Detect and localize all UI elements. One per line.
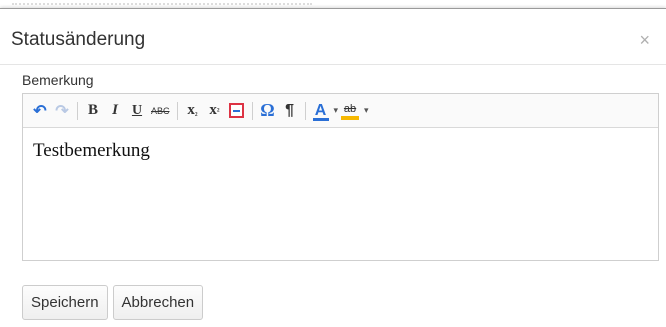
editor-content[interactable]: Testbemerkung (23, 128, 658, 174)
font-color-button[interactable]: A (310, 99, 332, 123)
font-color-swatch (312, 118, 329, 121)
save-button[interactable]: Speichern (22, 285, 108, 320)
remark-label: Bemerkung (22, 72, 94, 88)
rich-text-editor: ↶ ↷ B I U ABC x₂ x² Ω ¶ A ▾ ab ▾ Testbem… (22, 93, 659, 261)
dialog-title: Statusänderung (11, 29, 146, 50)
superscript-button[interactable]: x² (204, 99, 226, 123)
highlight-color-swatch (341, 116, 360, 120)
subscript-label: x (187, 102, 195, 118)
editor-toolbar: ↶ ↷ B I U ABC x₂ x² Ω ¶ A ▾ ab ▾ (23, 94, 658, 128)
undo-icon[interactable]: ↶ (29, 99, 51, 123)
strikethrough-button[interactable]: ABC (148, 99, 173, 123)
bold-button[interactable]: B (82, 99, 104, 123)
special-character-button[interactable]: Ω (257, 99, 279, 123)
dialog-buttons: Speichern Abbrechen (22, 285, 204, 320)
close-icon[interactable]: × (639, 31, 650, 49)
superscript-label: x (209, 102, 217, 118)
superscript-marker: ² (216, 105, 220, 116)
redo-icon[interactable]: ↷ (51, 99, 73, 123)
cancel-button[interactable]: Abbrechen (112, 285, 204, 320)
subscript-button[interactable]: x₂ (182, 99, 204, 123)
toolbar-separator (176, 101, 178, 120)
status-change-dialog: Statusänderung × Bemerkung ↶ ↷ B I U ABC… (0, 8, 666, 327)
underline-button[interactable]: U (126, 99, 148, 123)
chevron-down-icon[interactable]: ▾ (364, 105, 369, 116)
italic-button[interactable]: I (104, 99, 126, 123)
remove-format-button[interactable] (226, 99, 248, 123)
paragraph-marks-button[interactable]: ¶ (279, 99, 301, 123)
highlight-icon: ab (343, 103, 357, 115)
toolbar-separator (77, 101, 78, 120)
subscript-marker: ₂ (194, 105, 198, 116)
remove-format-icon (229, 103, 245, 118)
dialog-titlebar: Statusänderung × (0, 9, 666, 65)
toolbar-separator (251, 101, 253, 120)
highlight-color-button[interactable]: ab (338, 99, 362, 123)
toolbar-separator (304, 101, 306, 120)
background-remnant (12, 0, 312, 5)
